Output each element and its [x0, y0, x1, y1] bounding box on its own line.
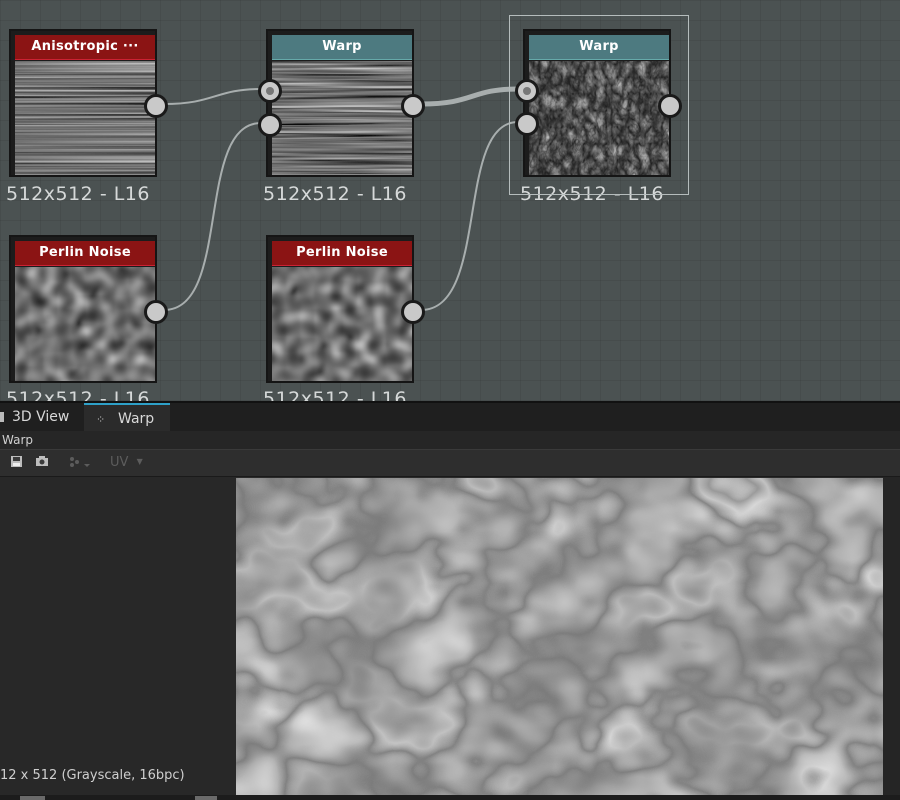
node-resolution-label: 512x512 - L16 [6, 183, 150, 205]
wire-warp1-to-warp2 [420, 86, 519, 107]
scroll-thumb[interactable] [20, 796, 45, 800]
node-thumbnail-perlin-2 [272, 267, 412, 381]
node-resolution-label: 512x512 - L16 [6, 388, 150, 401]
output-port[interactable] [144, 94, 168, 118]
uv-dropdown[interactable]: UV ▼ [110, 455, 143, 470]
channels-icon[interactable] [68, 455, 90, 472]
breadcrumb-label: Warp [2, 433, 34, 447]
node-graph-icon: ⁘ [96, 413, 106, 426]
save-icon[interactable] [10, 455, 23, 472]
node-thumbnail-perlin-1 [15, 267, 155, 381]
uv-label: UV [110, 455, 129, 470]
panel-tab-bar: 3D View ⁘ Warp [0, 401, 900, 431]
breadcrumb: Warp [0, 431, 900, 449]
input-port-warp-map[interactable] [258, 113, 282, 137]
wire-anisotropic-to-warp1 [163, 88, 262, 105]
output-port[interactable] [401, 300, 425, 324]
output-port[interactable] [144, 300, 168, 324]
viewer-margin [0, 477, 236, 800]
tab-warp[interactable]: ⁘ Warp [84, 403, 170, 431]
node-perlin-noise-1[interactable]: Perlin Noise [9, 235, 157, 383]
node-resolution-label: 512x512 - L16 [263, 183, 407, 205]
tab-label: Warp [118, 411, 155, 427]
2d-image-viewport[interactable] [236, 478, 883, 795]
node-thumbnail-warp-1 [272, 61, 412, 175]
node-warp-1[interactable]: Warp [266, 29, 414, 177]
warp-output-image [236, 478, 883, 795]
node-title: Warp [272, 35, 412, 60]
node-title: Perlin Noise [272, 241, 412, 266]
image-info-text: 12 x 512 (Grayscale, 16bpc) [0, 768, 185, 783]
node-resolution-label: 512x512 - L16 [263, 388, 407, 401]
vertical-scrollbar[interactable] [883, 477, 900, 795]
tab-label: 3D View [12, 409, 70, 425]
horizontal-scrollbar[interactable] [0, 795, 900, 800]
output-port[interactable] [401, 94, 425, 118]
node-title: Anisotropic ··· [15, 35, 155, 60]
selection-frame [509, 15, 689, 195]
node-perlin-noise-2[interactable]: Perlin Noise [266, 235, 414, 383]
2d-view-panel: 3D View ⁘ Warp Warp UV ▼ 12 x 512 (Graysc… [0, 401, 900, 800]
wire-perlin1-to-warp1 [163, 122, 262, 311]
input-port-source[interactable] [258, 79, 282, 103]
node-title: Perlin Noise [15, 241, 155, 266]
wire-perlin2-to-warp2 [420, 121, 519, 311]
chevron-down-icon: ▼ [136, 457, 143, 466]
node-graph-canvas[interactable]: Anisotropic ··· 512x512 - L16 Warp 512x5… [0, 0, 900, 401]
camera-icon[interactable] [35, 455, 49, 472]
node-thumbnail-anisotropic [15, 61, 155, 175]
viewer-toolbar: UV ▼ [0, 449, 900, 477]
scroll-thumb[interactable] [195, 796, 217, 800]
node-anisotropic[interactable]: Anisotropic ··· [9, 29, 157, 177]
cube-icon [0, 412, 4, 422]
tab-3d-view[interactable]: 3D View [0, 403, 80, 431]
